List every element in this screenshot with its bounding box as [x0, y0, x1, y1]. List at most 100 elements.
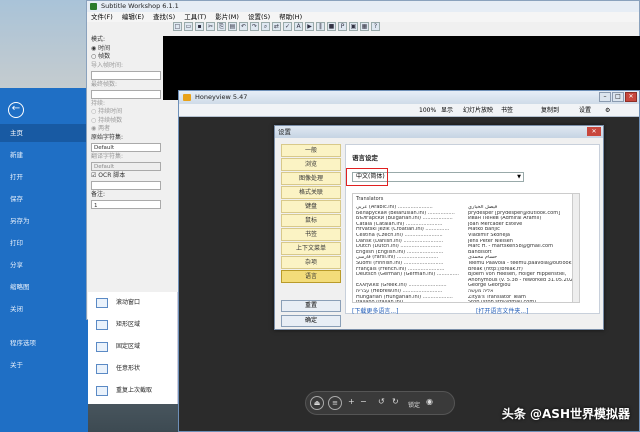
category-browse[interactable]: 浏览	[281, 158, 341, 171]
nav-new[interactable]: 新建	[0, 146, 88, 164]
radio-time[interactable]: ◉ 时间	[91, 45, 161, 54]
maximize-button[interactable]: □	[612, 92, 624, 102]
tool-scroll-window[interactable]: 滚动窗口	[96, 296, 140, 310]
redo-icon[interactable]: ↷	[250, 22, 259, 31]
show-button[interactable]: 显示	[441, 104, 453, 117]
menu-settings[interactable]: 设置(S)	[248, 12, 270, 22]
category-file-association[interactable]: 格式关联	[281, 186, 341, 199]
menu-search[interactable]: 查找(S)	[153, 12, 175, 22]
radio-dur-both-label: 两者	[98, 125, 111, 132]
nav-save[interactable]: 保存	[0, 190, 88, 208]
zoom-level[interactable]: 100%	[419, 104, 436, 117]
lock-toggle-icon[interactable]: ◉	[426, 397, 433, 406]
menu-edit[interactable]: 编辑(E)	[122, 12, 144, 22]
source-charset-select[interactable]: Default	[91, 143, 161, 152]
help-icon[interactable]: ?	[371, 22, 380, 31]
settings-close-button[interactable]: ✕	[587, 127, 601, 136]
bookmark-button[interactable]: 书签	[501, 104, 513, 117]
ocr-select[interactable]	[91, 181, 161, 190]
gear-icon[interactable]: ⚙	[605, 104, 610, 117]
tool-freeform[interactable]: 任意形状	[96, 362, 140, 376]
reset-button[interactable]: 重置	[281, 300, 341, 312]
floppy-icon[interactable]: ▦	[360, 22, 369, 31]
slideshow-button[interactable]: 幻灯片放映	[463, 104, 493, 117]
category-misc[interactable]: 杂项	[281, 256, 341, 269]
radio-dur-both[interactable]: ◉ 两者	[91, 125, 161, 134]
translator-rows: عربي (Arabic.ini) ......................…	[356, 205, 576, 302]
radio-dur-frames[interactable]: ○ 持续帧数	[91, 117, 161, 126]
open-language-folder-link[interactable]: [打开语言文件夹...]	[476, 306, 528, 315]
tool-rect-region[interactable]: 矩形区域	[96, 318, 140, 332]
tool-repeat-last[interactable]: 重复上次截取	[96, 384, 152, 398]
mode-icon[interactable]: ▣	[349, 22, 358, 31]
ok-button[interactable]: 确定	[281, 315, 341, 327]
radio-dur-time[interactable]: ○ 持续时间	[91, 108, 161, 117]
nav-program-options[interactable]: 程序选项	[0, 334, 88, 352]
final-frames-field[interactable]	[91, 90, 161, 99]
zoom-in-icon[interactable]: +	[348, 397, 355, 406]
rotate-right-icon[interactable]: ↻	[392, 397, 399, 406]
final-label: 最终帧数:	[91, 80, 118, 88]
new-icon[interactable]: □	[173, 22, 182, 31]
category-image-processing[interactable]: 图像处理	[281, 172, 341, 185]
category-language[interactable]: 语言	[281, 270, 341, 283]
category-context-menu[interactable]: 上下文菜单	[281, 242, 341, 255]
copy-icon[interactable]: ⎘	[217, 22, 226, 31]
nav-home[interactable]: 主页	[0, 124, 88, 142]
ocr-checkbox[interactable]: ☑ OCR 脚本	[91, 172, 161, 181]
radio-frames[interactable]: ○ 帧数	[91, 53, 161, 62]
copy-to-button[interactable]: 复制到	[541, 104, 559, 117]
pause-icon[interactable]: ‖	[316, 22, 325, 31]
download-more-languages-link[interactable]: [下载更多语言...]	[352, 306, 398, 315]
nav-open[interactable]: 打开	[0, 168, 88, 186]
menu-movie[interactable]: 影片(M)	[215, 12, 239, 22]
honeyview-titlebar[interactable]: Honeyview 5.47	[179, 91, 639, 104]
tool-fixed-region[interactable]: 固定区域	[96, 340, 140, 354]
rotate-left-icon[interactable]: ↺	[378, 397, 385, 406]
menu-help[interactable]: 帮助(H)	[279, 12, 302, 22]
category-bookmark[interactable]: 书签	[281, 228, 341, 241]
eject-icon[interactable]: ⏏	[310, 396, 324, 410]
settings-button[interactable]: 设置	[579, 104, 591, 117]
menu-file[interactable]: 文件(F)	[91, 12, 113, 22]
pascal-icon[interactable]: P	[338, 22, 347, 31]
zoom-out-icon[interactable]: −	[360, 397, 367, 406]
tool-freeform-label: 任意形状	[116, 365, 141, 372]
import-frames-field[interactable]	[91, 71, 161, 80]
sw-toolbar: □ ▭ ▪ ✂ ⎘ ▤ ↶ ↷ ⌕ ⇄ ✓ A ▶ ‖ ■ P ▣ ▦ ?	[173, 22, 380, 34]
back-arrow-icon[interactable]: ←	[8, 102, 24, 118]
undo-icon[interactable]: ↶	[239, 22, 248, 31]
category-general[interactable]: 一般	[281, 144, 341, 157]
open-icon[interactable]: ▭	[184, 22, 193, 31]
translators-scrollbar[interactable]	[572, 194, 579, 302]
category-mouse[interactable]: 鼠标	[281, 214, 341, 227]
nav-thumbnail[interactable]: 缩略图	[0, 278, 88, 296]
lock-label: 锁定	[408, 402, 421, 409]
category-keyboard[interactable]: 键盘	[281, 200, 341, 213]
nav-about[interactable]: 关于	[0, 356, 88, 374]
nav-share[interactable]: 分享	[0, 256, 88, 274]
nav-close[interactable]: 关闭	[0, 300, 88, 318]
tool-repeat-last-label: 重复上次截取	[116, 387, 153, 394]
stop-icon[interactable]: ■	[327, 22, 336, 31]
nav-save-as[interactable]: 另存为	[0, 212, 88, 230]
menu-icon[interactable]: ≡	[328, 396, 342, 410]
minimize-button[interactable]: –	[599, 92, 611, 102]
settings-titlebar[interactable]: 设置 ✕	[275, 126, 603, 138]
chevron-down-icon: ▼	[517, 174, 521, 180]
close-button[interactable]: ✕	[625, 92, 637, 102]
cut-icon[interactable]: ✂	[206, 22, 215, 31]
replace-icon[interactable]: ⇄	[272, 22, 281, 31]
menu-tools[interactable]: 工具(T)	[184, 12, 206, 22]
save-icon[interactable]: ▪	[195, 22, 204, 31]
sw-titlebar[interactable]: Subtitle Workshop 6.1.1	[87, 1, 639, 12]
translate-charset-select[interactable]: Default	[91, 162, 161, 171]
search-icon[interactable]: ⌕	[261, 22, 270, 31]
nav-print[interactable]: 打印	[0, 234, 88, 252]
check-icon[interactable]: ✓	[283, 22, 292, 31]
paste-icon[interactable]: ▤	[228, 22, 237, 31]
radio-frames-label: 帧数	[98, 53, 111, 60]
play-icon[interactable]: ▶	[305, 22, 314, 31]
font-icon[interactable]: A	[294, 22, 303, 31]
note-textarea[interactable]: 1	[91, 200, 161, 209]
